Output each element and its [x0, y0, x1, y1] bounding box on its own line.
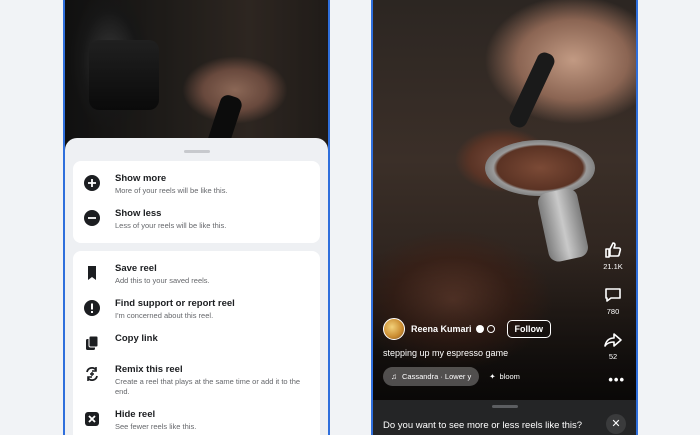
left-phone-screen: Show more More of your reels will be lik… — [63, 0, 330, 435]
reel-options-sheet: Show more More of your reels will be lik… — [65, 138, 328, 435]
save-reel-option[interactable]: Save reel Add this to your saved reels. — [83, 257, 310, 292]
thumbs-up-icon — [605, 242, 622, 258]
feedback-prompt-sheet: Do you want to see more or less reels li… — [373, 400, 636, 435]
option-subtitle: Create a reel that plays at the same tim… — [115, 377, 301, 396]
option-title: Show less — [115, 208, 162, 219]
bookmark-icon — [83, 264, 101, 282]
report-reel-option[interactable]: Find support or report reel I'm concerne… — [83, 292, 310, 327]
close-icon[interactable]: ✕ — [606, 414, 626, 434]
share-count: 52 — [608, 352, 618, 361]
plus-circle-icon — [83, 174, 101, 192]
comment-count: 780 — [606, 307, 620, 316]
like-count: 21.1K — [603, 262, 623, 271]
exclamation-icon — [83, 299, 101, 317]
copy-link-option[interactable]: Copy link — [83, 327, 310, 358]
remix-icon — [83, 365, 101, 383]
sheet-grabber[interactable] — [183, 150, 210, 153]
audio-chip-label: Cassandra · Lower y — [402, 372, 472, 381]
right-phone-screen: 21.1K 780 52 Reena Kumari Follow steppin… — [371, 0, 638, 435]
verified-badge-icon — [475, 325, 484, 333]
effect-chip[interactable]: ✦ bloom — [489, 372, 520, 381]
sparkle-icon: ✦ — [489, 372, 496, 381]
globe-icon — [486, 325, 495, 333]
option-title: Show more — [115, 173, 167, 184]
effect-chip-label: bloom — [499, 372, 520, 381]
reel-author: Reena Kumari Follow — [383, 318, 552, 340]
reel-side-actions: 21.1K 780 52 — [598, 240, 628, 375]
reel-chips: ♫ Cassandra · Lower y ✦ bloom — [383, 367, 520, 386]
option-title: Find support or report reel — [115, 298, 235, 309]
option-subtitle: Less of your reels will be like this. — [115, 221, 227, 230]
sheet-grabber[interactable] — [491, 405, 518, 408]
avatar[interactable] — [383, 318, 405, 340]
reel-actions-card: Save reel Add this to your saved reels. … — [73, 251, 320, 435]
minus-circle-icon — [83, 209, 101, 227]
music-note-icon: ♫ — [391, 372, 397, 381]
hide-reel-option[interactable]: Hide reel See fewer reels like this. — [83, 403, 310, 435]
copy-icon — [83, 334, 101, 352]
option-title: Hide reel — [115, 409, 156, 420]
reel-caption[interactable]: stepping up my espresso game — [383, 348, 508, 358]
reel-background-image — [65, 0, 328, 160]
audio-chip[interactable]: ♫ Cassandra · Lower y — [383, 367, 480, 386]
more-options-icon[interactable]: ••• — [608, 372, 625, 387]
option-subtitle: See fewer reels like this. — [115, 422, 197, 431]
feedback-prompt-text: Do you want to see more or less reels li… — [383, 420, 583, 431]
show-more-option[interactable]: Show more More of your reels will be lik… — [83, 167, 310, 202]
reel-video[interactable] — [373, 0, 636, 400]
remix-reel-option[interactable]: Remix this reel Create a reel that plays… — [83, 358, 310, 403]
comment-icon — [605, 288, 621, 302]
show-less-option[interactable]: Show less Less of your reels will be lik… — [83, 202, 310, 237]
option-title: Remix this reel — [115, 364, 183, 375]
option-subtitle: I'm concerned about this reel. — [115, 311, 214, 320]
comment-button[interactable]: 780 — [598, 285, 628, 316]
follow-button[interactable]: Follow — [506, 320, 552, 338]
option-subtitle: Add this to your saved reels. — [115, 276, 210, 285]
option-title: Save reel — [115, 263, 157, 274]
option-title: Copy link — [115, 333, 158, 344]
author-name[interactable]: Reena Kumari — [411, 324, 472, 334]
option-subtitle: More of your reels will be like this. — [115, 186, 228, 195]
share-button[interactable]: 52 — [598, 330, 628, 361]
share-icon — [604, 333, 622, 347]
like-button[interactable]: 21.1K — [598, 240, 628, 271]
hide-icon — [83, 410, 101, 428]
preference-options-card: Show more More of your reels will be lik… — [73, 161, 320, 243]
